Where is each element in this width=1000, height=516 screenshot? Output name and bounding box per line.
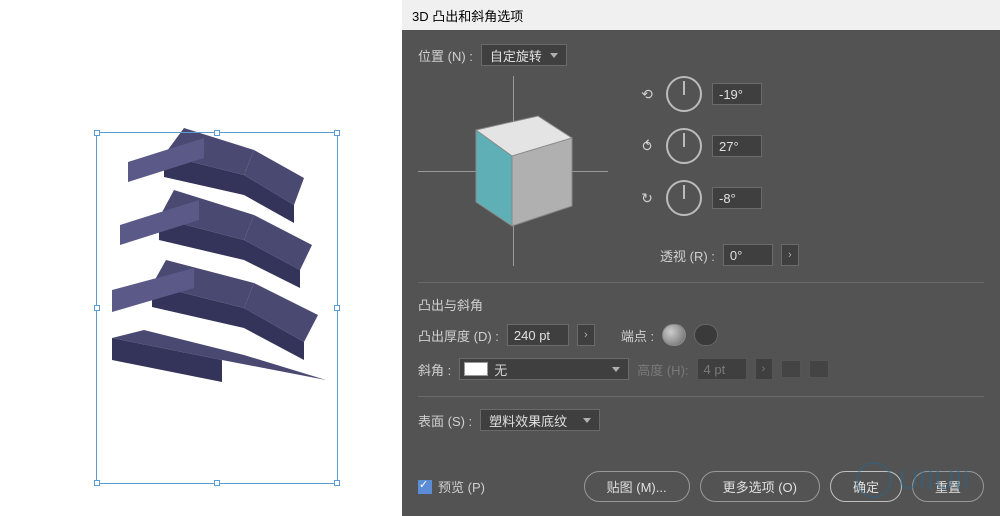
surface-label: 表面 (S) : xyxy=(418,411,472,430)
cap-label: 端点 : xyxy=(621,326,654,345)
extrude-section-title: 凸出与斜角 xyxy=(418,295,984,314)
rotate-z-value[interactable]: -8° xyxy=(712,187,762,209)
position-label: 位置 (N) : xyxy=(418,46,473,65)
ok-button[interactable]: 确定 xyxy=(830,471,902,502)
rotate-x-value[interactable]: -19° xyxy=(712,83,762,105)
handle-top-right[interactable] xyxy=(334,130,340,136)
bevel-select[interactable]: 无 xyxy=(459,358,629,380)
handle-mid-left[interactable] xyxy=(94,305,100,311)
bevel-height-label: 高度 (H): xyxy=(637,360,688,379)
divider xyxy=(418,282,984,283)
selection-bounding-box[interactable] xyxy=(96,132,338,484)
rotate-x-dial[interactable] xyxy=(666,76,702,112)
reset-button[interactable]: 重置 xyxy=(912,471,984,502)
rotate-y-value[interactable]: 27° xyxy=(712,135,762,157)
rotate-y-icon: ⥀ xyxy=(638,137,656,155)
rotate-z-dial[interactable] xyxy=(666,180,702,216)
dialog-3d-extrude-bevel: 3D 凸出和斜角选项 位置 (N) : 自定旋转 xyxy=(402,0,1000,516)
cap-off-button[interactable] xyxy=(694,324,718,346)
rotate-y-dial[interactable] xyxy=(666,128,702,164)
handle-top-left[interactable] xyxy=(94,130,100,136)
preview-checkbox-label[interactable]: 预览 (P) xyxy=(418,477,485,496)
extrude-depth-stepper[interactable]: › xyxy=(577,324,595,346)
dialog-footer: 预览 (P) 贴图 (M)... 更多选项 (O) 确定 重置 xyxy=(402,457,1000,516)
perspective-value[interactable]: 0° xyxy=(723,244,773,266)
dialog-title-bar[interactable]: 3D 凸出和斜角选项 xyxy=(402,0,1000,30)
bevel-thumb-icon xyxy=(464,362,488,376)
handle-bottom-left[interactable] xyxy=(94,480,100,486)
surface-select[interactable]: 塑料效果底纹 xyxy=(480,409,600,431)
extrude-depth-value[interactable]: 240 pt xyxy=(507,324,569,346)
rotation-cube-preview[interactable] xyxy=(418,76,608,266)
bevel-label: 斜角 : xyxy=(418,360,451,379)
bevel-height-stepper: › xyxy=(755,358,773,380)
cap-on-button[interactable] xyxy=(662,324,686,346)
handle-bottom-right[interactable] xyxy=(334,480,340,486)
bevel-extent-in-icon xyxy=(781,360,801,378)
map-art-button[interactable]: 贴图 (M)... xyxy=(584,471,690,502)
bevel-height-value: 4 pt xyxy=(697,358,747,380)
handle-top-mid[interactable] xyxy=(214,130,220,136)
dialog-title: 3D 凸出和斜角选项 xyxy=(412,6,523,25)
perspective-label: 透视 (R) : xyxy=(660,246,715,265)
position-select[interactable]: 自定旋转 xyxy=(481,44,567,66)
bevel-extent-out-icon xyxy=(809,360,829,378)
handle-bottom-mid[interactable] xyxy=(214,480,220,486)
cube-icon xyxy=(446,98,586,238)
canvas-area xyxy=(0,0,402,516)
perspective-stepper[interactable]: › xyxy=(781,244,799,266)
rotate-x-icon: ⟲ xyxy=(638,85,656,103)
preview-checkbox[interactable] xyxy=(418,480,432,494)
rotate-z-icon: ↻ xyxy=(638,189,656,207)
divider-2 xyxy=(418,396,984,397)
handle-mid-right[interactable] xyxy=(334,305,340,311)
more-options-button[interactable]: 更多选项 (O) xyxy=(700,471,820,502)
extrude-depth-label: 凸出厚度 (D) : xyxy=(418,326,499,345)
